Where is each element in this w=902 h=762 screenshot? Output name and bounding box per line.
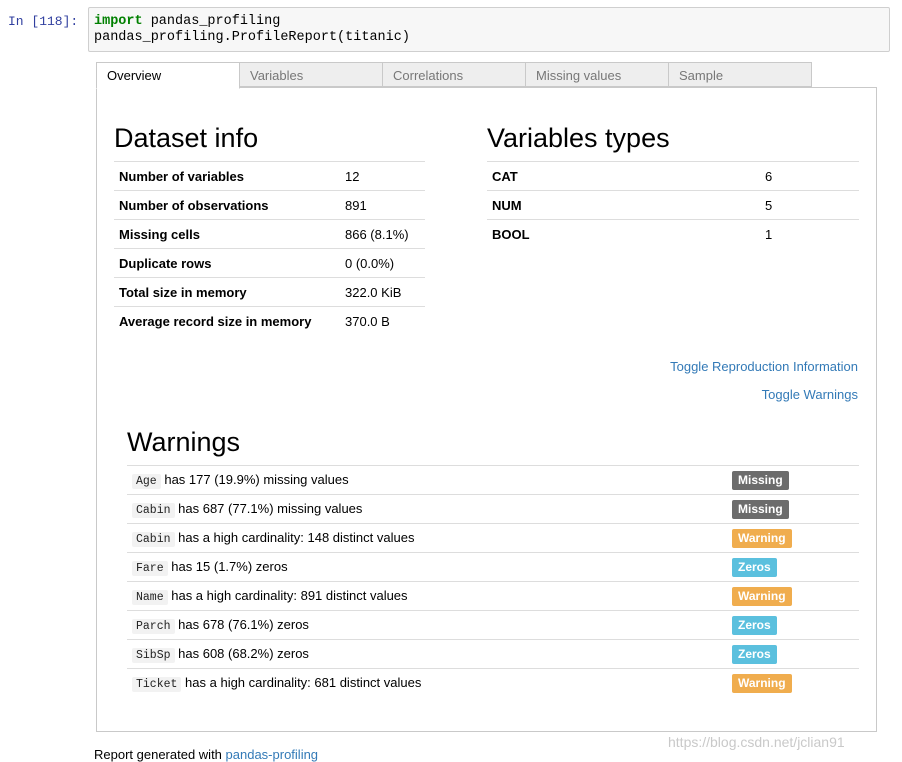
- code-cell[interactable]: import pandas_profiling pandas_profiling…: [88, 7, 890, 52]
- table-row: SibSp has 608 (68.2%) zeros Zeros: [127, 639, 859, 669]
- tab-sample[interactable]: Sample: [668, 62, 812, 87]
- table-row: Number of observations 891: [114, 190, 425, 220]
- warning-message: has a high cardinality: 148 distinct val…: [178, 530, 415, 545]
- warning-message: has 15 (1.7%) zeros: [171, 559, 288, 574]
- variable-name: Parch: [132, 619, 175, 634]
- import-module: pandas_profiling: [142, 14, 281, 29]
- warning-message: has 177 (19.9%) missing values: [164, 472, 349, 487]
- variable-name: Cabin: [132, 503, 175, 518]
- toggle-reproduction-link[interactable]: Toggle Reproduction Information: [670, 359, 858, 374]
- variable-name: Age: [132, 474, 161, 489]
- warning-text: Ticket has a high cardinality: 681 disti…: [127, 668, 727, 697]
- row-label: Number of variables: [114, 161, 340, 191]
- warning-text: Fare has 15 (1.7%) zeros: [127, 552, 727, 582]
- warning-text: Cabin has 687 (77.1%) missing values: [127, 494, 727, 524]
- import-keyword: import: [94, 14, 143, 29]
- row-label: Average record size in memory: [114, 306, 340, 335]
- table-row: BOOL 1: [487, 219, 859, 248]
- warning-text: Parch has 678 (76.1%) zeros: [127, 610, 727, 640]
- warning-message: has 608 (68.2%) zeros: [178, 646, 309, 661]
- row-label: BOOL: [487, 219, 760, 248]
- table-row: Total size in memory 322.0 KiB: [114, 277, 425, 307]
- cell-prompt: In [118]:: [8, 14, 79, 29]
- dataset-info-table: Number of variables 12 Number of observat…: [114, 161, 425, 335]
- warning-text: SibSp has 608 (68.2%) zeros: [127, 639, 727, 669]
- missing-badge: Missing: [732, 499, 789, 519]
- table-row: Parch has 678 (76.1%) zeros Zeros: [127, 610, 859, 640]
- variable-name: Ticket: [132, 677, 182, 692]
- warning-text: Age has 177 (19.9%) missing values: [127, 465, 727, 495]
- row-label: Total size in memory: [114, 277, 340, 307]
- tab-variables[interactable]: Variables: [239, 62, 383, 87]
- row-value: 5: [760, 190, 859, 220]
- toggle-warnings-link[interactable]: Toggle Warnings: [762, 387, 858, 402]
- table-row: Ticket has a high cardinality: 681 disti…: [127, 668, 859, 697]
- table-row: Cabin has a high cardinality: 148 distin…: [127, 523, 859, 553]
- row-value: 12: [340, 161, 425, 191]
- variable-name: SibSp: [132, 648, 175, 663]
- table-row: Average record size in memory 370.0 B: [114, 306, 425, 335]
- row-value: 322.0 KiB: [340, 277, 425, 307]
- row-value: 866 (8.1%): [340, 219, 425, 249]
- tab-missing-values[interactable]: Missing values: [525, 62, 669, 87]
- row-label: CAT: [487, 161, 760, 191]
- table-row: Fare has 15 (1.7%) zeros Zeros: [127, 552, 859, 582]
- row-value: 6: [760, 161, 859, 191]
- warning-message: has a high cardinality: 891 distinct val…: [171, 588, 408, 603]
- warnings-title: Warnings: [127, 427, 241, 457]
- table-row: Duplicate rows 0 (0.0%): [114, 248, 425, 278]
- row-value: 1: [760, 219, 859, 248]
- table-row: NUM 5: [487, 190, 859, 220]
- warning-message: has a high cardinality: 681 distinct val…: [185, 675, 422, 690]
- table-row: Number of variables 12: [114, 161, 425, 191]
- variable-name: Fare: [132, 561, 168, 576]
- row-label: Duplicate rows: [114, 248, 340, 278]
- warnings-table: Age has 177 (19.9%) missing values Missin…: [127, 465, 859, 697]
- zeros-badge: Zeros: [732, 615, 777, 635]
- row-label: NUM: [487, 190, 760, 220]
- table-row: Cabin has 687 (77.1%) missing values Miss…: [127, 494, 859, 524]
- code-line-1: import pandas_profiling: [94, 14, 884, 30]
- variable-name: Cabin: [132, 532, 175, 547]
- warning-badge: Warning: [732, 528, 792, 548]
- table-row: Missing cells 866 (8.1%): [114, 219, 425, 249]
- row-label: Number of observations: [114, 190, 340, 220]
- missing-badge: Missing: [732, 470, 789, 490]
- watermark: https://blog.csdn.net/jclian91: [668, 734, 845, 750]
- warning-badge: Warning: [732, 673, 792, 693]
- warning-message: has 687 (77.1%) missing values: [178, 501, 363, 516]
- variable-name: Name: [132, 590, 168, 605]
- zeros-badge: Zeros: [732, 644, 777, 664]
- warning-message: has 678 (76.1%) zeros: [178, 617, 309, 632]
- row-label: Missing cells: [114, 219, 340, 249]
- zeros-badge: Zeros: [732, 557, 777, 577]
- warning-badge: Warning: [732, 586, 792, 606]
- row-value: 891: [340, 190, 425, 220]
- variable-types-title: Variables types: [487, 123, 670, 153]
- warning-text: Name has a high cardinality: 891 distinc…: [127, 581, 727, 611]
- variable-types-table: CAT 6 NUM 5 BOOL 1: [487, 161, 859, 248]
- table-row: Age has 177 (19.9%) missing values Missin…: [127, 465, 859, 495]
- table-row: Name has a high cardinality: 891 distinc…: [127, 581, 859, 611]
- warning-text: Cabin has a high cardinality: 148 distin…: [127, 523, 727, 553]
- tab-correlations[interactable]: Correlations: [382, 62, 526, 87]
- table-row: CAT 6: [487, 161, 859, 191]
- code-line-2: pandas_profiling.ProfileReport(titanic): [94, 30, 410, 45]
- tab-overview[interactable]: Overview: [96, 62, 240, 89]
- row-value: 370.0 B: [340, 306, 425, 335]
- dataset-info-title: Dataset info: [114, 123, 259, 153]
- overview-panel: Dataset info Number of variables 12 Numbe…: [96, 87, 877, 732]
- row-value: 0 (0.0%): [340, 248, 425, 278]
